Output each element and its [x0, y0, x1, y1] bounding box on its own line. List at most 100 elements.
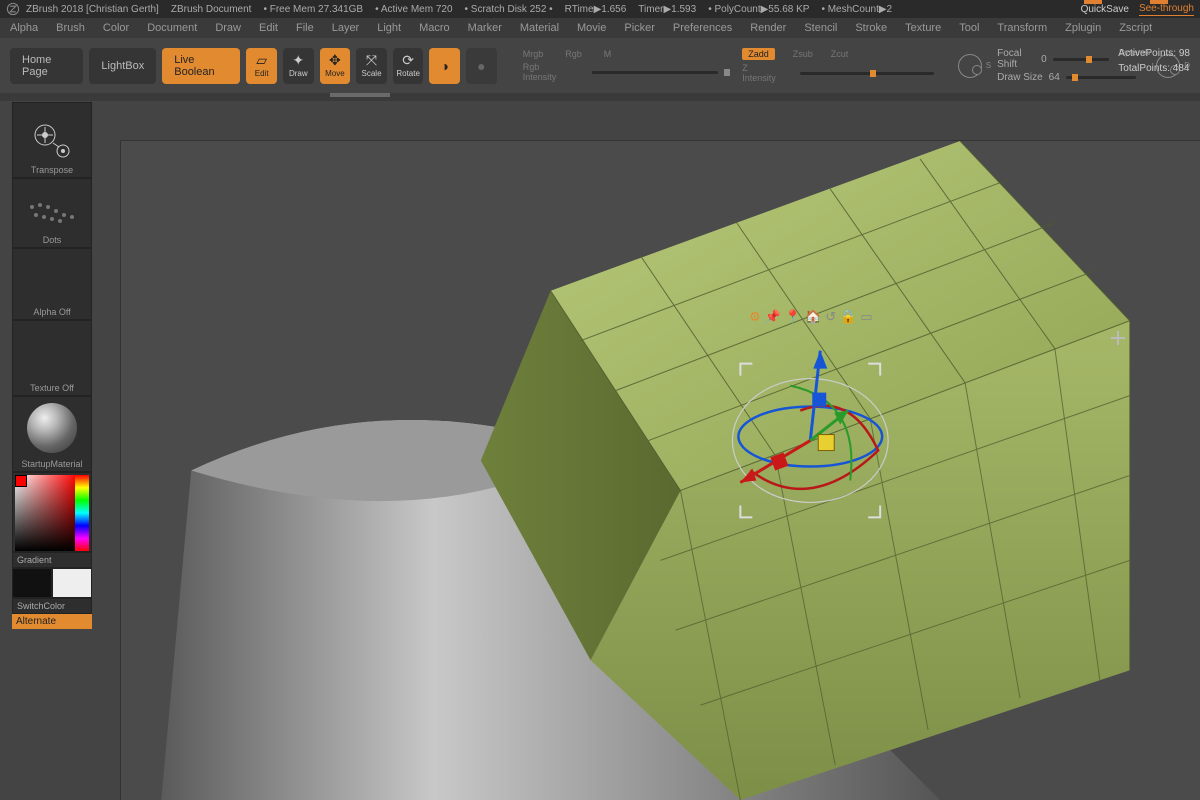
doc-title: ZBrush Document	[171, 4, 252, 15]
move-mode-button[interactable]: ✥ Move	[320, 48, 351, 84]
s-tag: S	[986, 61, 991, 70]
menu-macro[interactable]: Macro	[419, 22, 450, 34]
color-picker[interactable]	[12, 472, 92, 552]
menu-zplugin[interactable]: Zplugin	[1065, 22, 1101, 34]
gizmo-home-icon[interactable]: 🏠	[805, 309, 821, 325]
rotate-mode-button[interactable]: ⟳ Rotate	[393, 48, 424, 84]
menu-movie[interactable]: Movie	[577, 22, 606, 34]
menu-document[interactable]: Document	[147, 22, 197, 34]
rotate-label: Rotate	[396, 69, 420, 78]
total-points-label: TotalPoints:	[1118, 63, 1170, 74]
menu-edit[interactable]: Edit	[259, 22, 278, 34]
zadd-toggle[interactable]: Zadd	[742, 48, 775, 60]
dots-icon	[22, 193, 82, 233]
z-intensity-slider[interactable]	[800, 72, 934, 75]
menu-transform[interactable]: Transform	[997, 22, 1047, 34]
rtime: RTime▶1.656	[565, 4, 627, 15]
z-intensity-label: Z Intensity	[742, 63, 782, 83]
live-boolean-button[interactable]: Live Boolean	[162, 48, 240, 84]
gizmo-lock-icon[interactable]: 🔒	[840, 309, 856, 325]
transpose-label: Transpose	[13, 165, 91, 175]
quicksave-button[interactable]: QuickSave	[1081, 4, 1129, 15]
menu-material[interactable]: Material	[520, 22, 559, 34]
gradient-label[interactable]: Gradient	[12, 552, 92, 568]
menu-stencil[interactable]: Stencil	[804, 22, 837, 34]
focal-shift-slider[interactable]	[1053, 58, 1109, 61]
point-stats: ActivePoints: 98 TotalPoints: 484	[1118, 48, 1190, 78]
toolbar: Home Page LightBox Live Boolean ▱ Edit ✦…	[0, 38, 1200, 93]
material-label: StartupMaterial	[13, 459, 91, 469]
extra-mode-button[interactable]: ●	[466, 48, 497, 84]
edit-icon: ▱	[256, 53, 267, 67]
draw-size-label: Draw Size	[997, 72, 1043, 83]
edit-mode-button[interactable]: ▱ Edit	[246, 48, 277, 84]
switch-color-row	[12, 568, 92, 598]
m-toggle[interactable]: M	[604, 49, 612, 59]
menu-tool[interactable]: Tool	[959, 22, 979, 34]
app-logo-icon	[6, 2, 20, 16]
alpha-slot[interactable]: Alpha Off	[12, 248, 92, 320]
rgb-intensity-label: Rgb Intensity	[523, 62, 570, 82]
scratch-disk: • Scratch Disk 252 •	[465, 4, 553, 15]
material-sphere-icon	[27, 403, 77, 453]
rotate-icon: ⟳	[402, 53, 414, 67]
dots-label: Dots	[13, 235, 91, 245]
scale-label: Scale	[362, 69, 382, 78]
viewport-canvas[interactable]: ⚙ 📌 📍 🏠 ↺ 🔒 ▭	[120, 140, 1200, 800]
menu-render[interactable]: Render	[750, 22, 786, 34]
menu-stroke[interactable]: Stroke	[855, 22, 887, 34]
toolbar-divider	[0, 93, 1200, 101]
switchcolor-label[interactable]: SwitchColor	[12, 598, 92, 614]
brush-slot-transpose[interactable]: Transpose	[12, 102, 92, 178]
draw-label: Draw	[289, 69, 308, 78]
sculptris-button[interactable]: ◑	[429, 48, 460, 84]
color-a-swatch[interactable]	[12, 568, 52, 598]
focal-dial-icon[interactable]	[958, 54, 982, 78]
menu-marker[interactable]: Marker	[468, 22, 502, 34]
zcut-toggle[interactable]: Zcut	[831, 49, 849, 59]
material-slot[interactable]: StartupMaterial	[12, 396, 92, 472]
drag-handle[interactable]	[330, 93, 390, 97]
hue-strip[interactable]	[75, 475, 89, 551]
menu-alpha[interactable]: Alpha	[10, 22, 38, 34]
menu-file[interactable]: File	[296, 22, 314, 34]
stroke-slot-dots[interactable]: Dots	[12, 178, 92, 248]
lightbox-button[interactable]: LightBox	[89, 48, 156, 84]
title-bar: ZBrush 2018 [Christian Gerth] ZBrush Doc…	[0, 0, 1200, 18]
texture-slot[interactable]: Texture Off	[12, 320, 92, 396]
polycount: • PolyCount▶55.68 KP	[708, 4, 809, 15]
gizmo-frame-icon[interactable]: ▭	[860, 309, 872, 325]
rgb-intensity-slider[interactable]	[592, 71, 718, 74]
current-color-swatch	[15, 475, 27, 487]
alternate-button[interactable]: Alternate	[12, 614, 92, 629]
gizmo-reset-icon[interactable]: ↺	[825, 309, 836, 325]
seethrough-button[interactable]: See-through	[1139, 3, 1194, 16]
home-page-button[interactable]: Home Page	[10, 48, 83, 84]
menu-color[interactable]: Color	[103, 22, 129, 34]
draw-size-value: 64	[1049, 72, 1060, 83]
gizmo-gear-icon[interactable]: ⚙	[749, 309, 761, 325]
draw-mode-button[interactable]: ✦ Draw	[283, 48, 314, 84]
gizmo-pin-icon[interactable]: 📌	[765, 309, 781, 325]
menu-light[interactable]: Light	[377, 22, 401, 34]
move-icon: ✥	[329, 53, 341, 67]
menu-texture[interactable]: Texture	[905, 22, 941, 34]
rgb-toggle[interactable]: Rgb	[565, 49, 582, 59]
active-points-value: 98	[1179, 48, 1190, 59]
focal-shift-label: Focal Shift	[997, 48, 1035, 70]
menu-preferences[interactable]: Preferences	[673, 22, 732, 34]
menu-brush[interactable]: Brush	[56, 22, 85, 34]
timer: Timer▶1.593	[638, 4, 696, 15]
menu-layer[interactable]: Layer	[332, 22, 360, 34]
left-palette: Transpose Dots Alpha Off Texture Off Sta…	[12, 102, 92, 629]
edit-label: Edit	[255, 69, 269, 78]
focal-shift-value: 0	[1041, 54, 1047, 65]
zsub-toggle[interactable]: Zsub	[793, 49, 813, 59]
mrgb-toggle[interactable]: Mrgb	[523, 49, 544, 59]
menu-picker[interactable]: Picker	[624, 22, 655, 34]
menu-draw[interactable]: Draw	[215, 22, 241, 34]
gizmo-locate-icon[interactable]: 📍	[785, 309, 801, 325]
color-b-swatch[interactable]	[52, 568, 92, 598]
menu-zscript[interactable]: Zscript	[1119, 22, 1152, 34]
scale-mode-button[interactable]: ⤧ Scale	[356, 48, 387, 84]
